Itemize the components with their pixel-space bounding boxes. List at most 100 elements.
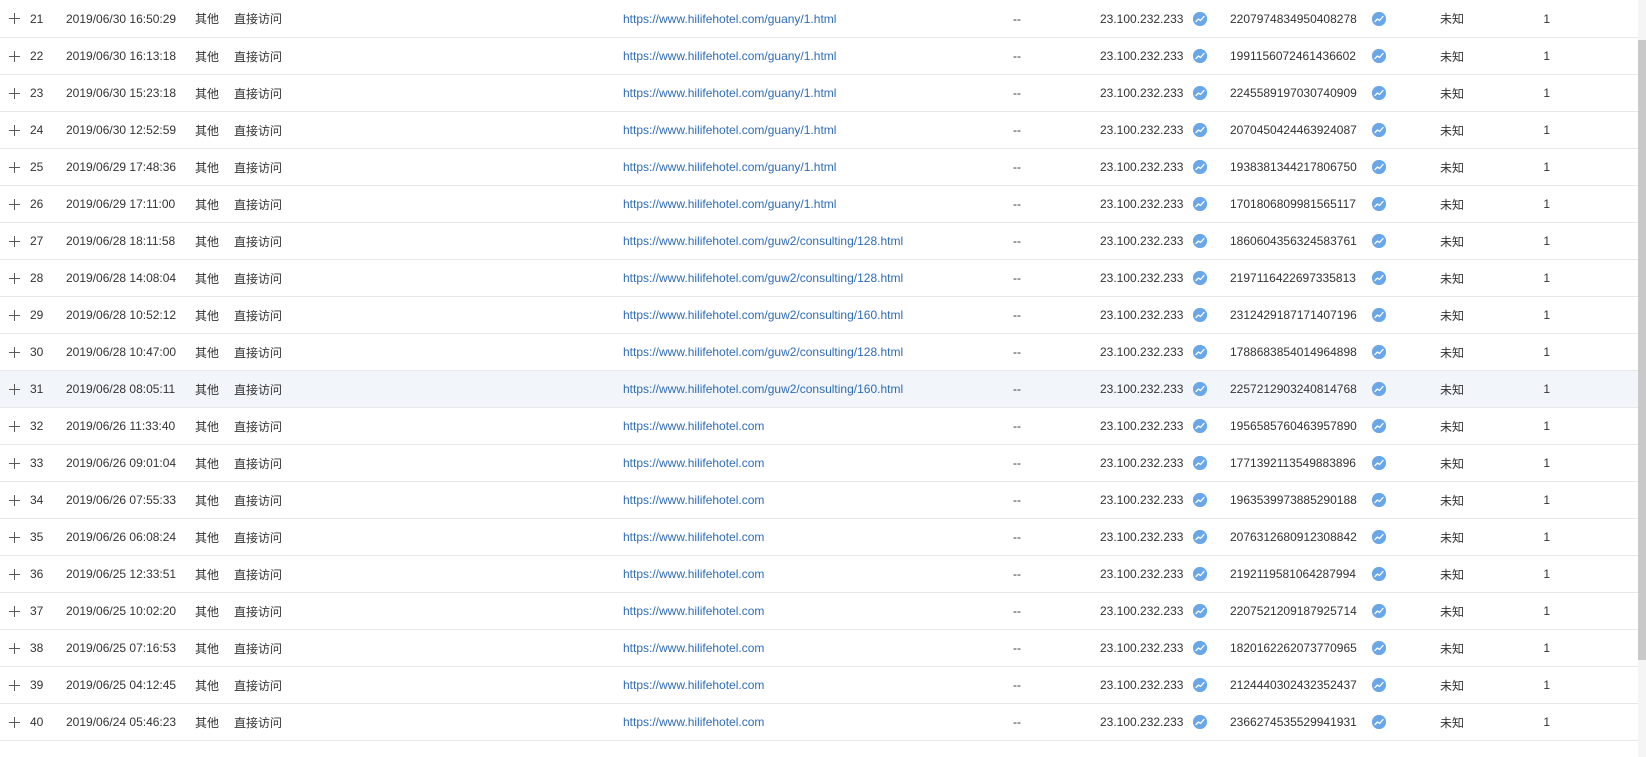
expand-row-button[interactable] — [7, 75, 21, 111]
landing-page-link[interactable]: https://www.hilifehotel.com — [623, 493, 764, 507]
ip-trend-button[interactable] — [1193, 112, 1207, 148]
expand-row-button[interactable] — [7, 334, 21, 370]
expand-row-button[interactable] — [7, 408, 21, 444]
table-row[interactable]: 27 2019/06/28 18:11:58 其他 直接访问 https://www.h… — [0, 223, 1646, 260]
expand-row-button[interactable] — [7, 223, 21, 259]
expand-row-button[interactable] — [7, 38, 21, 74]
ip-trend-button[interactable] — [1193, 149, 1207, 185]
ip-trend-button[interactable] — [1193, 556, 1207, 592]
expand-row-button[interactable] — [7, 667, 21, 703]
ip-trend-button[interactable] — [1193, 223, 1207, 259]
visitor-trend-button[interactable] — [1372, 445, 1386, 481]
expand-row-button[interactable] — [7, 297, 21, 333]
table-row[interactable]: 37 2019/06/25 10:02:20 其他 直接访问 https://www.h… — [0, 593, 1646, 630]
ip-trend-button[interactable] — [1193, 371, 1207, 407]
ip-trend-button[interactable] — [1193, 445, 1207, 481]
table-row[interactable]: 24 2019/06/30 12:52:59 其他 直接访问 https://www.h… — [0, 112, 1646, 149]
visitor-trend-button[interactable] — [1372, 593, 1386, 629]
visitor-trend-button[interactable] — [1372, 408, 1386, 444]
table-row[interactable]: 22 2019/06/30 16:13:18 其他 直接访问 https://www.h… — [0, 38, 1646, 75]
ip-trend-button[interactable] — [1193, 704, 1207, 740]
ip-trend-button[interactable] — [1193, 38, 1207, 74]
landing-page-link[interactable]: https://www.hilifehotel.com — [623, 419, 764, 433]
vertical-scrollbar[interactable] — [1638, 0, 1646, 757]
landing-page-link[interactable]: https://www.hilifehotel.com/guw2/consult… — [623, 234, 903, 248]
landing-page-link[interactable]: https://www.hilifehotel.com/guany/1.html — [623, 12, 836, 26]
expand-row-button[interactable] — [7, 556, 21, 592]
landing-page-link[interactable]: https://www.hilifehotel.com/guw2/consult… — [623, 271, 903, 285]
landing-page-link[interactable]: https://www.hilifehotel.com/guw2/consult… — [623, 308, 903, 322]
landing-page-link[interactable]: https://www.hilifehotel.com/guw2/consult… — [623, 345, 903, 359]
visitor-trend-button[interactable] — [1372, 630, 1386, 666]
visitor-trend-button[interactable] — [1372, 556, 1386, 592]
table-row[interactable]: 30 2019/06/28 10:47:00 其他 直接访问 https://www.h… — [0, 334, 1646, 371]
visitor-trend-button[interactable] — [1372, 149, 1386, 185]
table-row[interactable]: 31 2019/06/28 08:05:11 其他 直接访问 https://www.h… — [0, 371, 1646, 408]
expand-row-button[interactable] — [7, 186, 21, 222]
ip-trend-button[interactable] — [1193, 593, 1207, 629]
table-row[interactable]: 23 2019/06/30 15:23:18 其他 直接访问 https://www.h… — [0, 75, 1646, 112]
ip-trend-button[interactable] — [1193, 408, 1207, 444]
ip-trend-button[interactable] — [1193, 75, 1207, 111]
expand-row-button[interactable] — [7, 704, 21, 740]
landing-page-link[interactable]: https://www.hilifehotel.com — [623, 567, 764, 581]
expand-row-button[interactable] — [7, 260, 21, 296]
ip-trend-button[interactable] — [1193, 297, 1207, 333]
table-row[interactable]: 28 2019/06/28 14:08:04 其他 直接访问 https://www.h… — [0, 260, 1646, 297]
visitor-trend-button[interactable] — [1372, 186, 1386, 222]
expand-row-button[interactable] — [7, 482, 21, 518]
landing-page-link[interactable]: https://www.hilifehotel.com/guany/1.html — [623, 49, 836, 63]
table-row[interactable]: 38 2019/06/25 07:16:53 其他 直接访问 https://www.h… — [0, 630, 1646, 667]
table-row[interactable]: 33 2019/06/26 09:01:04 其他 直接访问 https://www.h… — [0, 445, 1646, 482]
visitor-trend-button[interactable] — [1372, 297, 1386, 333]
table-row[interactable]: 35 2019/06/26 06:08:24 其他 直接访问 https://www.h… — [0, 519, 1646, 556]
visitor-trend-button[interactable] — [1372, 334, 1386, 370]
table-row[interactable]: 26 2019/06/29 17:11:00 其他 直接访问 https://www.h… — [0, 186, 1646, 223]
expand-row-button[interactable] — [7, 0, 21, 37]
ip-trend-button[interactable] — [1193, 186, 1207, 222]
table-row[interactable]: 29 2019/06/28 10:52:12 其他 直接访问 https://www.h… — [0, 297, 1646, 334]
visitor-trend-button[interactable] — [1372, 112, 1386, 148]
landing-page-link[interactable]: https://www.hilifehotel.com/guany/1.html — [623, 86, 836, 100]
landing-page-link[interactable]: https://www.hilifehotel.com — [623, 641, 764, 655]
scrollbar-thumb[interactable] — [1638, 40, 1646, 660]
table-row[interactable]: 25 2019/06/29 17:48:36 其他 直接访问 https://www.h… — [0, 149, 1646, 186]
table-row[interactable]: 39 2019/06/25 04:12:45 其他 直接访问 https://www.h… — [0, 667, 1646, 704]
landing-page-link[interactable]: https://www.hilifehotel.com — [623, 604, 764, 618]
ip-trend-button[interactable] — [1193, 334, 1207, 370]
table-row[interactable]: 32 2019/06/26 11:33:40 其他 直接访问 https://www.h… — [0, 408, 1646, 445]
ip-trend-button[interactable] — [1193, 667, 1207, 703]
landing-page-link[interactable]: https://www.hilifehotel.com/guany/1.html — [623, 123, 836, 137]
table-row[interactable]: 36 2019/06/25 12:33:51 其他 直接访问 https://www.h… — [0, 556, 1646, 593]
ip-trend-button[interactable] — [1193, 519, 1207, 555]
expand-row-button[interactable] — [7, 593, 21, 629]
expand-row-button[interactable] — [7, 371, 21, 407]
expand-row-button[interactable] — [7, 112, 21, 148]
table-row[interactable]: 34 2019/06/26 07:55:33 其他 直接访问 https://www.h… — [0, 482, 1646, 519]
visitor-trend-button[interactable] — [1372, 667, 1386, 703]
table-row[interactable]: 40 2019/06/24 05:46:23 其他 直接访问 https://www.h… — [0, 704, 1646, 741]
visitor-trend-button[interactable] — [1372, 519, 1386, 555]
landing-page-link[interactable]: https://www.hilifehotel.com — [623, 678, 764, 692]
landing-page-link[interactable]: https://www.hilifehotel.com/guw2/consult… — [623, 382, 903, 396]
landing-page-link[interactable]: https://www.hilifehotel.com — [623, 715, 764, 729]
table-row[interactable]: 21 2019/06/30 16:50:29 其他 直接访问 https://www.h… — [0, 0, 1646, 38]
visitor-trend-button[interactable] — [1372, 38, 1386, 74]
ip-trend-button[interactable] — [1193, 0, 1207, 37]
landing-page-link[interactable]: https://www.hilifehotel.com/guany/1.html — [623, 197, 836, 211]
visitor-trend-button[interactable] — [1372, 704, 1386, 740]
landing-page-link[interactable]: https://www.hilifehotel.com — [623, 456, 764, 470]
landing-page-link[interactable]: https://www.hilifehotel.com — [623, 530, 764, 544]
visitor-trend-button[interactable] — [1372, 482, 1386, 518]
expand-row-button[interactable] — [7, 445, 21, 481]
visitor-trend-button[interactable] — [1372, 371, 1386, 407]
ip-trend-button[interactable] — [1193, 260, 1207, 296]
visitor-trend-button[interactable] — [1372, 0, 1386, 37]
expand-row-button[interactable] — [7, 630, 21, 666]
expand-row-button[interactable] — [7, 519, 21, 555]
visitor-trend-button[interactable] — [1372, 260, 1386, 296]
visitor-trend-button[interactable] — [1372, 223, 1386, 259]
ip-trend-button[interactable] — [1193, 630, 1207, 666]
visitor-trend-button[interactable] — [1372, 75, 1386, 111]
ip-trend-button[interactable] — [1193, 482, 1207, 518]
